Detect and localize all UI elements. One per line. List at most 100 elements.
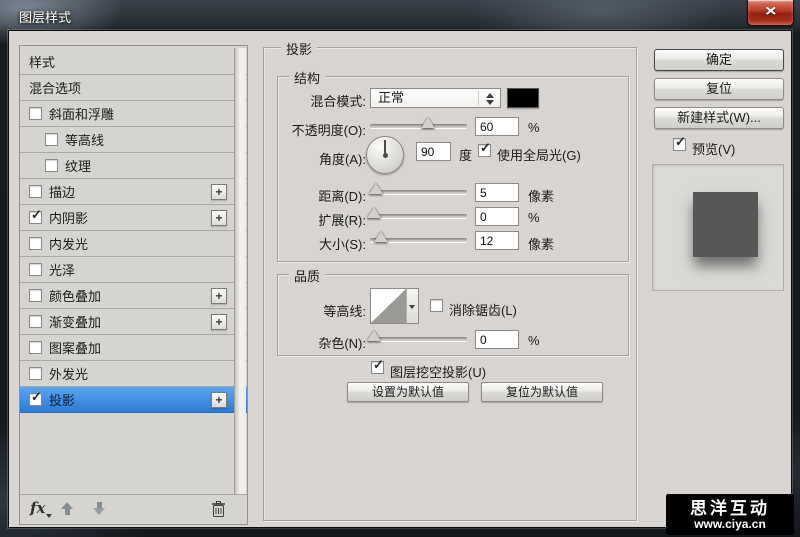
opacity-label: 不透明度(O):: [278, 120, 366, 139]
opacity-unit: %: [528, 120, 540, 135]
global-light-checkbox[interactable]: ✓: [478, 144, 491, 157]
opacity-slider[interactable]: [370, 124, 467, 129]
sidebar-item-blending-options[interactable]: 混合选项: [20, 75, 247, 101]
checkbox[interactable]: [45, 133, 58, 146]
reset-default-button[interactable]: 复位为默认值: [481, 382, 603, 402]
spread-unit: %: [528, 210, 540, 225]
quality-legend: 品质: [289, 266, 325, 285]
reset-button[interactable]: 复位: [654, 78, 784, 100]
checkbox[interactable]: [29, 237, 42, 250]
sidebar-item-satin[interactable]: 光泽: [20, 257, 247, 283]
checkbox[interactable]: [29, 185, 42, 198]
size-slider-thumb[interactable]: [374, 231, 388, 242]
delete-effect-button[interactable]: [211, 501, 226, 523]
size-unit: 像素: [528, 234, 554, 253]
opacity-input[interactable]: [475, 117, 519, 136]
titlebar[interactable]: 图层样式: [0, 0, 800, 30]
checkbox[interactable]: ✓: [29, 211, 42, 224]
new-style-button[interactable]: 新建样式(W)...: [654, 107, 784, 129]
sidebar-item-contour[interactable]: 等高线: [20, 127, 247, 153]
angle-unit: 度: [459, 145, 472, 164]
check-icon: ✓: [31, 390, 42, 403]
panel-title: 投影: [281, 39, 317, 58]
distance-label: 距离(D):: [278, 186, 366, 205]
size-slider[interactable]: [370, 238, 467, 243]
preview-thumbnail: [693, 192, 758, 257]
noise-slider[interactable]: [370, 337, 467, 342]
structure-legend: 结构: [289, 68, 325, 87]
sidebar-item-outer-glow[interactable]: 外发光: [20, 361, 247, 387]
checkbox[interactable]: [45, 159, 58, 172]
sidebar-item-texture[interactable]: 纹理: [20, 153, 247, 179]
sidebar-item-styles[interactable]: 样式: [20, 49, 247, 75]
checkbox[interactable]: [29, 341, 42, 354]
add-effect-button[interactable]: +: [211, 210, 227, 226]
distance-slider[interactable]: [370, 190, 467, 195]
checkbox[interactable]: ✓: [29, 393, 42, 406]
spread-input[interactable]: [475, 207, 519, 226]
sidebar-item-gradient-overlay[interactable]: 渐变叠加 +: [20, 309, 247, 335]
watermark-url: www.ciya.cn: [694, 518, 766, 531]
noise-slider-thumb[interactable]: [367, 330, 381, 341]
angle-input[interactable]: [416, 142, 451, 161]
make-default-button[interactable]: 设置为默认值: [347, 382, 469, 402]
blend-mode-value: 正常: [378, 90, 404, 105]
shadow-color-swatch[interactable]: [507, 88, 539, 108]
checkbox[interactable]: [29, 263, 42, 276]
checkbox[interactable]: [29, 289, 42, 302]
checkbox[interactable]: [29, 107, 42, 120]
blend-mode-select[interactable]: 正常: [370, 88, 501, 108]
sidebar-item-inner-shadow[interactable]: ✓内阴影 +: [20, 205, 247, 231]
trash-icon: [211, 501, 226, 518]
add-effect-button[interactable]: +: [211, 392, 227, 408]
size-label: 大小(S):: [278, 234, 366, 253]
spread-slider[interactable]: [370, 214, 467, 219]
add-effect-button[interactable]: +: [211, 314, 227, 330]
move-effect-up-button[interactable]: [60, 502, 74, 515]
drop-shadow-panel: 投影 结构 混合模式: 正常 不透明度(O): % 角度(A): 度: [263, 47, 637, 521]
sidebar-item-stroke[interactable]: 描边 +: [20, 179, 247, 205]
contour-dropdown-button[interactable]: [406, 288, 419, 324]
noise-input[interactable]: [475, 330, 519, 349]
structure-group: 结构 混合模式: 正常 不透明度(O): % 角度(A): 度 ✓ 使用全局光: [277, 76, 629, 262]
distance-input[interactable]: [475, 183, 519, 202]
ok-button[interactable]: 确定: [654, 49, 784, 71]
distance-slider-thumb[interactable]: [369, 183, 383, 194]
spread-label: 扩展(R):: [278, 210, 366, 229]
knockout-label: 图层挖空投影(U): [390, 362, 486, 381]
preview-checkbox[interactable]: ✓: [673, 138, 686, 151]
close-icon: ×: [765, 0, 777, 24]
global-light-label: 使用全局光(G): [497, 145, 581, 164]
contour-label: 等高线:: [278, 301, 366, 320]
watermark-brand: 思洋互动: [690, 499, 770, 518]
move-effect-down-button[interactable]: [92, 502, 106, 515]
antialias-label: 消除锯齿(L): [449, 300, 517, 319]
sidebar-item-color-overlay[interactable]: 颜色叠加 +: [20, 283, 247, 309]
chevron-down-icon: [409, 305, 415, 309]
sidebar-item-drop-shadow[interactable]: ✓投影 +: [20, 387, 247, 413]
antialias-checkbox[interactable]: [430, 299, 443, 312]
close-button[interactable]: ×: [747, 0, 794, 26]
check-icon: ✓: [31, 208, 42, 221]
blend-mode-label: 混合模式:: [278, 91, 366, 110]
effects-toolbar: fx: [20, 494, 247, 524]
sidebar-item-inner-glow[interactable]: 内发光: [20, 231, 247, 257]
add-effect-button[interactable]: +: [211, 184, 227, 200]
dropdown-arrows-icon: [486, 93, 494, 105]
scrollbar[interactable]: [234, 48, 246, 495]
sidebar-item-bevel-emboss[interactable]: 斜面和浮雕: [20, 101, 247, 127]
spread-slider-thumb[interactable]: [367, 207, 381, 218]
knockout-checkbox[interactable]: ✓: [371, 361, 384, 374]
contour-picker[interactable]: [370, 288, 407, 324]
check-icon: ✓: [675, 135, 686, 148]
opacity-slider-thumb[interactable]: [421, 117, 435, 128]
checkbox[interactable]: [29, 367, 42, 380]
fx-menu-button[interactable]: fx: [30, 499, 45, 517]
checkbox[interactable]: [29, 315, 42, 328]
noise-label: 杂色(N):: [278, 333, 366, 352]
add-effect-button[interactable]: +: [211, 288, 227, 304]
sidebar-item-pattern-overlay[interactable]: 图案叠加: [20, 335, 247, 361]
noise-unit: %: [528, 333, 540, 348]
size-input[interactable]: [475, 231, 519, 250]
angle-dial[interactable]: [366, 136, 404, 174]
